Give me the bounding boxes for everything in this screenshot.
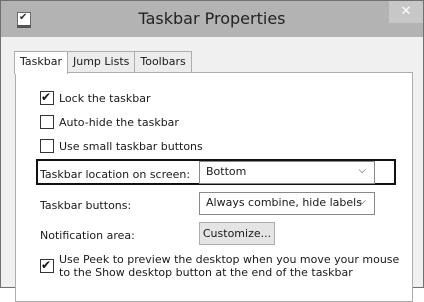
location-value: Bottom bbox=[206, 165, 247, 178]
location-label: Taskbar location on screen: bbox=[40, 168, 191, 181]
close-button[interactable]: ✕ bbox=[389, 1, 423, 23]
small-buttons-label: Use small taskbar buttons bbox=[59, 139, 203, 153]
auto-hide-checkbox[interactable] bbox=[40, 115, 54, 129]
customize-button[interactable]: Customize... bbox=[199, 222, 275, 245]
taskbar-tab-panel: ✔ Lock the taskbar Auto-hide the taskbar… bbox=[15, 72, 413, 302]
taskbar-buttons-value: Always combine, hide labels bbox=[206, 196, 362, 209]
check-icon: ✔ bbox=[41, 90, 52, 104]
taskbar-buttons-dropdown[interactable]: Always combine, hide labels ⌵ bbox=[199, 192, 375, 215]
taskbar-properties-window: ✔ Taskbar Properties ✕ Taskbar Jump List… bbox=[0, 0, 424, 302]
small-buttons-option[interactable]: Use small taskbar buttons bbox=[40, 139, 203, 153]
window-title: Taskbar Properties bbox=[138, 9, 286, 28]
tab-jump-lists[interactable]: Jump Lists bbox=[67, 51, 136, 73]
lock-taskbar-option[interactable]: ✔ Lock the taskbar bbox=[40, 90, 151, 105]
location-dropdown[interactable]: Bottom ⌵ bbox=[199, 161, 375, 184]
title-bar[interactable]: ✔ Taskbar Properties ✕ bbox=[1, 1, 423, 37]
auto-hide-label: Auto-hide the taskbar bbox=[59, 115, 179, 129]
chevron-down-icon: ⌵ bbox=[358, 165, 366, 176]
small-buttons-checkbox[interactable] bbox=[40, 139, 54, 153]
lock-taskbar-checkbox[interactable]: ✔ bbox=[40, 90, 54, 105]
lock-taskbar-label: Lock the taskbar bbox=[59, 91, 151, 105]
tab-toolbars[interactable]: Toolbars bbox=[134, 51, 192, 73]
peek-label: Use Peek to preview the desktop when you… bbox=[59, 253, 400, 279]
taskbar-buttons-label: Taskbar buttons: bbox=[40, 199, 132, 212]
tab-strip: Taskbar Jump Lists Toolbars bbox=[14, 51, 192, 74]
notification-area-label: Notification area: bbox=[40, 229, 135, 242]
auto-hide-option[interactable]: Auto-hide the taskbar bbox=[40, 115, 179, 129]
peek-option[interactable]: ✔ Use Peek to preview the desktop when y… bbox=[40, 253, 409, 279]
chevron-down-icon: ⌵ bbox=[358, 196, 366, 207]
check-icon: ✔ bbox=[41, 258, 52, 272]
peek-checkbox[interactable]: ✔ bbox=[40, 258, 54, 273]
tab-taskbar[interactable]: Taskbar bbox=[14, 51, 68, 74]
